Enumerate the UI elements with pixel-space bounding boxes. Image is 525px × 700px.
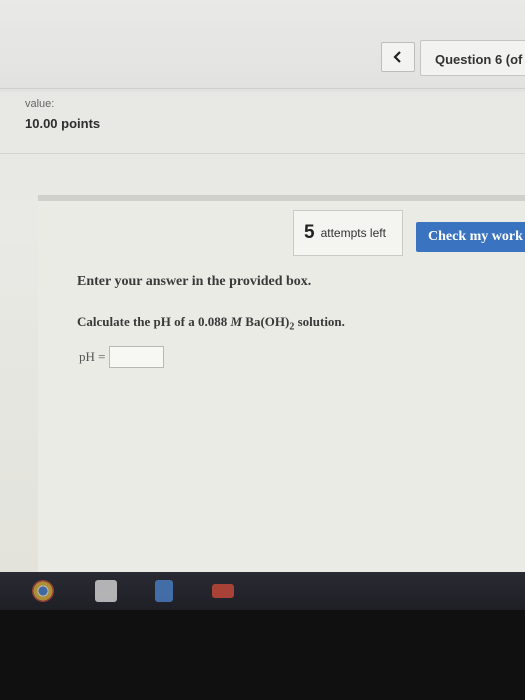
chrome-icon[interactable] <box>32 580 54 602</box>
ph-answer-input[interactable] <box>109 346 165 368</box>
answer-row: pH = <box>79 346 165 368</box>
attempts-label: attempts left <box>320 226 386 240</box>
taskbar <box>0 572 525 610</box>
gmail-icon[interactable] <box>95 580 117 602</box>
question-instruction: Enter your answer in the provided box. <box>77 274 312 289</box>
attempts-count: 5 <box>304 222 315 243</box>
browser-page: Question 6 (of value: 10.00 points 5 att… <box>0 0 525 572</box>
panel-header <box>38 195 525 201</box>
question-prompt: Calculate the pH of a 0.088 M Ba(OH)2 so… <box>77 314 345 333</box>
youtube-icon[interactable] <box>212 584 234 598</box>
prompt-suffix: solution. <box>294 314 345 329</box>
divider <box>0 153 525 154</box>
question-number-selector[interactable]: Question 6 (of <box>420 40 525 76</box>
question-points: 10.00 points <box>25 116 101 131</box>
monitor-bezel <box>0 610 525 700</box>
check-my-work-button[interactable]: Check my work <box>416 222 525 252</box>
docs-icon[interactable] <box>155 580 173 602</box>
check-my-work-label: Check my work <box>428 229 523 244</box>
prompt-compound: Ba(OH) <box>242 314 290 329</box>
question-number-label: Question 6 (of <box>435 52 523 67</box>
value-label: value: <box>25 98 55 110</box>
previous-question-button[interactable] <box>381 42 415 72</box>
prompt-prefix: Calculate the pH of a 0.088 <box>77 314 231 329</box>
ph-label: pH = <box>79 349 106 364</box>
attempts-indicator: 5 attempts left <box>293 210 403 256</box>
chevron-left-icon <box>393 51 401 63</box>
prompt-unit: M <box>230 314 243 329</box>
divider <box>0 88 525 89</box>
